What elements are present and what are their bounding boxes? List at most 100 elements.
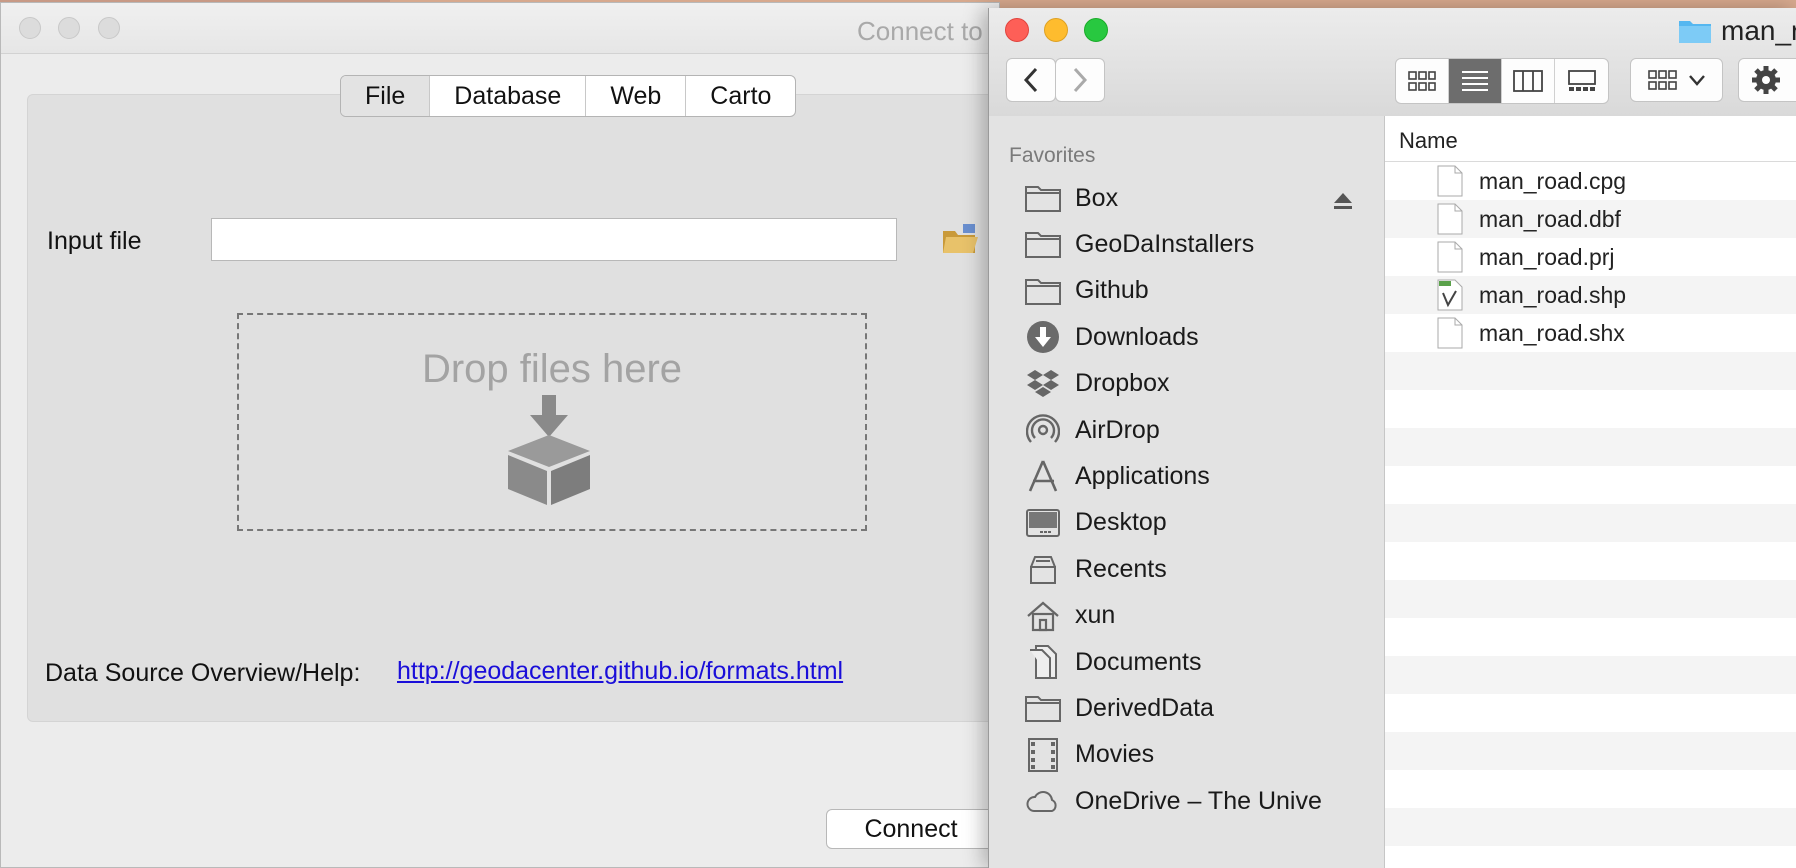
empty-row — [1385, 580, 1796, 618]
empty-row — [1385, 846, 1796, 868]
documents-icon — [1025, 645, 1061, 679]
file-row[interactable]: man_road.cpg — [1385, 162, 1796, 200]
gallery-icon — [1567, 70, 1596, 91]
chevron-right-icon — [1073, 67, 1088, 93]
tab-file[interactable]: File — [341, 76, 431, 116]
sidebar-item-movies[interactable]: Movies — [1025, 733, 1154, 777]
recents-icon — [1025, 552, 1061, 586]
file-row[interactable]: man_road.shx — [1385, 314, 1796, 352]
sidebar-item-airdrop[interactable]: AirDrop — [1025, 408, 1160, 452]
sidebar-item-label: Documents — [1075, 647, 1202, 676]
sidebar-item-applications[interactable]: Applications — [1025, 454, 1210, 498]
file-name: man_road.shx — [1479, 319, 1625, 346]
cloud-icon — [1025, 784, 1061, 818]
desktop-icon — [1025, 506, 1061, 540]
sidebar-item-geodainstallers[interactable]: GeoDaInstallers — [1025, 222, 1254, 266]
sidebar-item-desktop[interactable]: Desktop — [1025, 501, 1167, 545]
airdrop-icon — [1025, 413, 1061, 447]
tab-carto[interactable]: Carto — [686, 76, 795, 116]
finder-window: man_ro — [988, 8, 1796, 868]
file-list: Name man_road.cpg man_road.dbf man_road.pr… — [1385, 116, 1796, 868]
sidebar-item-documents[interactable]: Documents — [1025, 640, 1201, 684]
empty-row — [1385, 504, 1796, 542]
favorites-heading: Favorites — [1009, 144, 1096, 167]
drop-zone[interactable]: Drop files here — [237, 313, 867, 531]
sidebar-item-xun[interactable]: xun — [1025, 594, 1115, 638]
empty-row — [1385, 466, 1796, 504]
sidebar-item-deriveddata[interactable]: DerivedData — [1025, 686, 1214, 730]
sidebar-item-label: AirDrop — [1075, 415, 1160, 444]
gallery-view-button[interactable] — [1555, 59, 1608, 103]
empty-row — [1385, 694, 1796, 732]
sidebar-item-box[interactable]: Box — [1025, 176, 1118, 220]
sidebar-item-recents[interactable]: Recents — [1025, 547, 1167, 591]
file-row[interactable]: man_road.prj — [1385, 238, 1796, 276]
eject-icon — [1334, 193, 1352, 209]
sidebar-item-downloads[interactable]: Downloads — [1025, 315, 1199, 359]
columns-icon — [1513, 70, 1543, 92]
document-icon — [1437, 241, 1463, 273]
file-row[interactable]: man_road.shp — [1385, 276, 1796, 314]
sidebar-item-github[interactable]: Github — [1025, 269, 1149, 313]
chevron-left-icon — [1023, 67, 1038, 93]
sidebar-item-label: xun — [1075, 601, 1116, 630]
sidebar-item-onedrive-the-unive[interactable]: OneDrive – The Unive — [1025, 779, 1322, 823]
shapefile-icon — [1437, 279, 1463, 311]
input-file-field[interactable] — [211, 218, 897, 261]
connect-button[interactable]: Connect — [826, 809, 996, 849]
view-mode-control — [1395, 58, 1609, 104]
finder-zoom-button[interactable] — [1084, 18, 1108, 42]
open-folder-button[interactable] — [941, 223, 979, 257]
tab-web[interactable]: Web — [586, 76, 687, 116]
finder-sidebar: Favorites Box GeoDaInstallers Github Downlo… — [989, 116, 1385, 868]
eject-button[interactable] — [1333, 192, 1353, 215]
movies-icon — [1025, 737, 1061, 772]
folder-icon — [1025, 274, 1061, 308]
file-name: man_road.dbf — [1479, 205, 1621, 232]
name-column-header[interactable]: Name — [1385, 116, 1796, 162]
empty-row — [1385, 770, 1796, 808]
group-grid-icon — [1647, 70, 1677, 90]
file-row[interactable]: man_road.dbf — [1385, 200, 1796, 238]
document-icon — [1437, 317, 1463, 349]
sidebar-item-label: OneDrive – The Unive — [1075, 786, 1322, 815]
downloads-icon — [1025, 320, 1061, 354]
icon-view-button[interactable] — [1396, 59, 1449, 103]
column-view-button[interactable] — [1502, 59, 1555, 103]
document-icon — [1437, 203, 1463, 235]
minimize-button[interactable] — [58, 17, 80, 39]
empty-row — [1385, 390, 1796, 428]
forward-button[interactable] — [1055, 58, 1105, 102]
folder-icon — [1025, 691, 1061, 725]
close-button[interactable] — [19, 17, 41, 39]
dialog-titlebar: Connect to — [1, 3, 999, 54]
home-icon — [1025, 599, 1061, 633]
sidebar-item-label: Desktop — [1075, 508, 1167, 537]
folder-icon — [1025, 181, 1061, 215]
connect-dialog: Connect to File Database Web Carto Input… — [0, 2, 1007, 868]
sidebar-item-dropbox[interactable]: Dropbox — [1025, 362, 1170, 406]
group-by-button[interactable] — [1630, 58, 1723, 102]
empty-row — [1385, 618, 1796, 656]
drop-box-icon — [508, 395, 590, 505]
sidebar-item-label: Movies — [1075, 740, 1155, 769]
empty-row — [1385, 732, 1796, 770]
document-icon — [1437, 165, 1463, 197]
tab-database[interactable]: Database — [430, 76, 587, 116]
file-name: man_road.prj — [1479, 243, 1615, 270]
source-tabs: File Database Web Carto — [340, 75, 797, 117]
open-folder-icon — [943, 224, 978, 253]
action-button[interactable] — [1738, 58, 1796, 102]
finder-minimize-button[interactable] — [1044, 18, 1068, 42]
back-button[interactable] — [1006, 58, 1056, 102]
file-name: man_road.cpg — [1479, 167, 1627, 194]
list-icon — [1462, 71, 1488, 91]
sidebar-item-label: Box — [1075, 183, 1119, 212]
finder-close-button[interactable] — [1005, 18, 1029, 42]
zoom-button[interactable] — [98, 17, 120, 39]
empty-row — [1385, 428, 1796, 466]
dialog-title: Connect to — [857, 16, 983, 46]
folder-icon — [1679, 21, 1711, 43]
list-view-button[interactable] — [1449, 59, 1502, 103]
help-link[interactable]: http://geodacenter.github.io/formats.htm… — [397, 657, 843, 686]
